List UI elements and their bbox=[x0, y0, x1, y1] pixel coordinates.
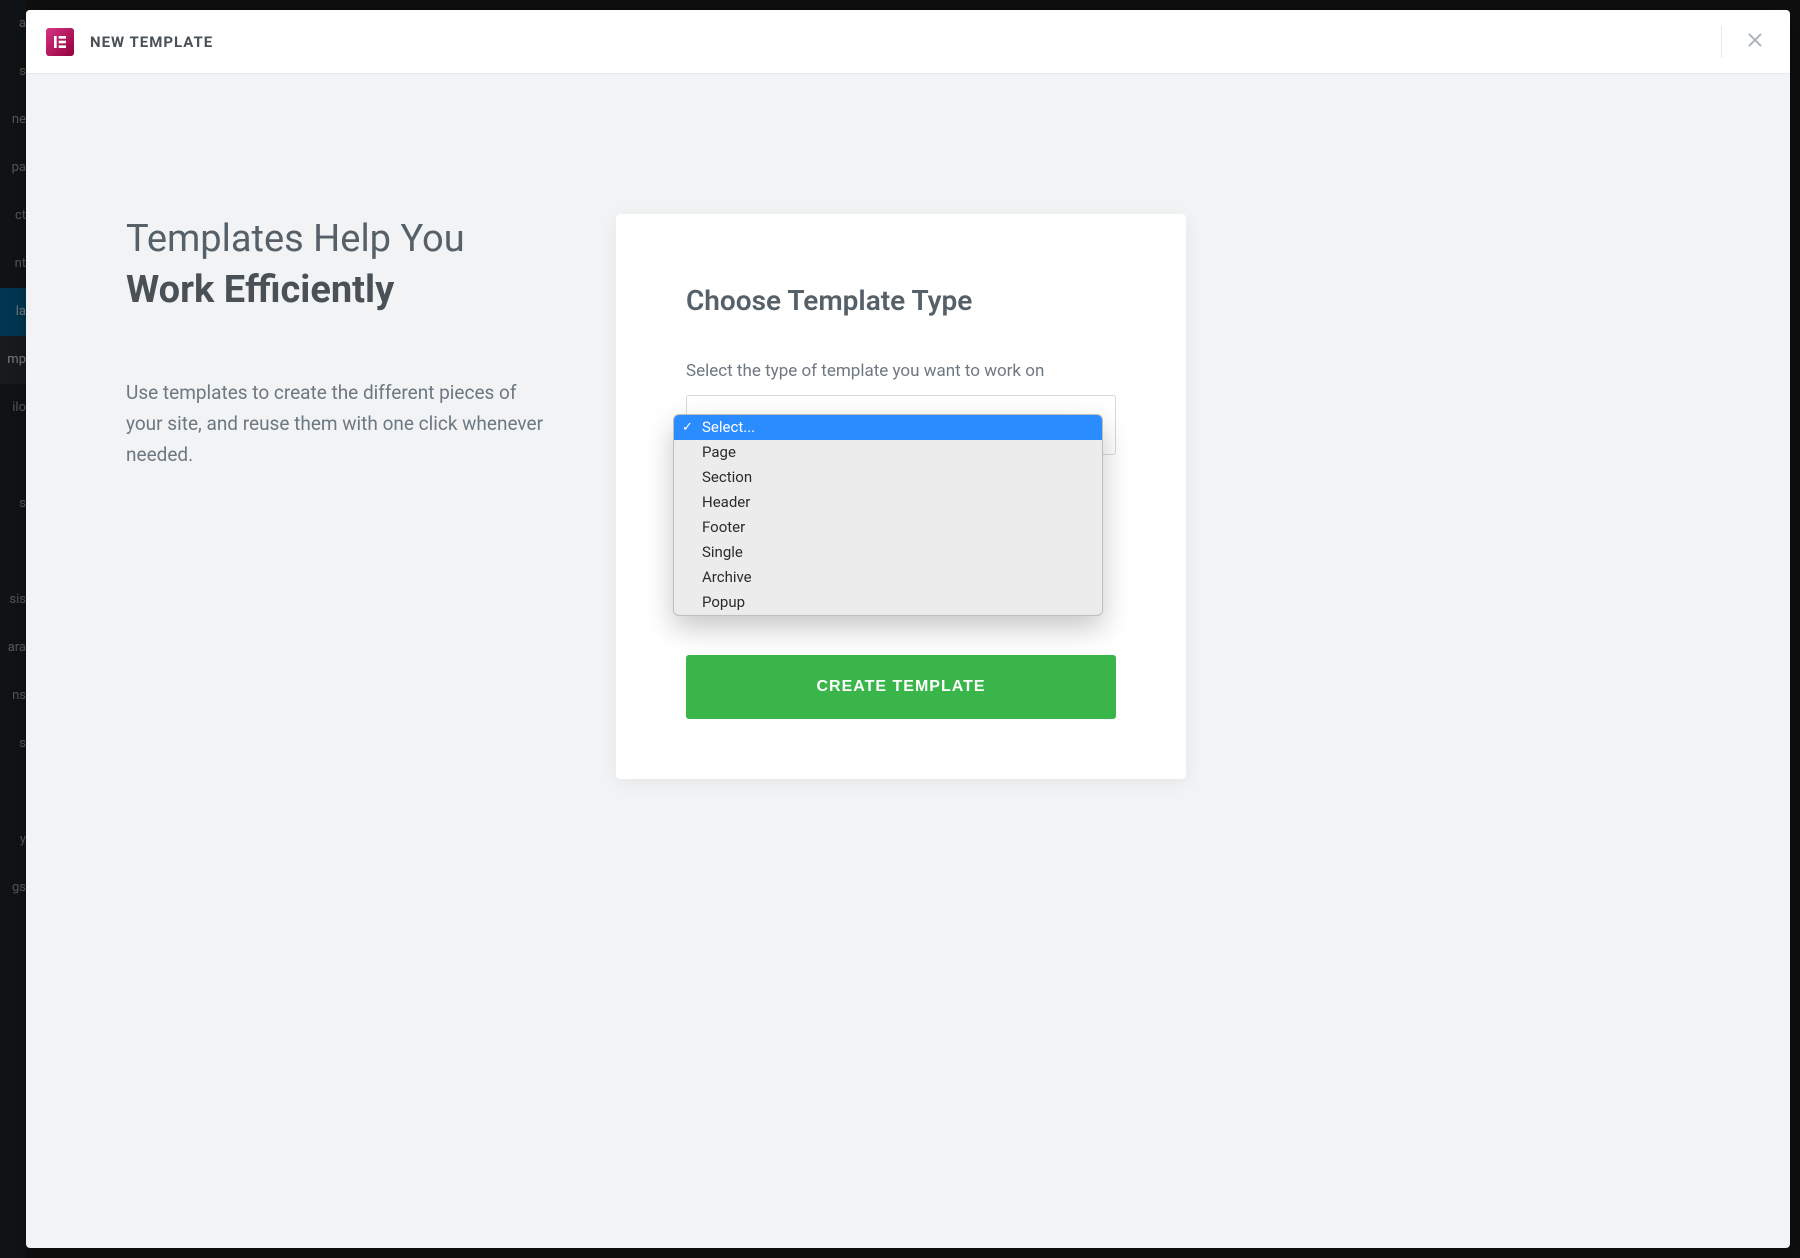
template-type-label: Select the type of template you want to … bbox=[686, 361, 1116, 381]
template-type-option[interactable]: Page bbox=[674, 440, 1102, 465]
promo-heading: Templates Help You Work Efficiently bbox=[126, 214, 556, 317]
create-template-button[interactable]: CREATE TEMPLATE bbox=[686, 655, 1116, 719]
form-card: Choose Template Type Select the type of … bbox=[616, 214, 1186, 779]
promo-body: Use templates to create the different pi… bbox=[126, 377, 556, 471]
template-type-option[interactable]: Section bbox=[674, 465, 1102, 490]
template-type-option[interactable]: Header bbox=[674, 490, 1102, 515]
option-label: Single bbox=[702, 543, 743, 561]
option-label: Footer bbox=[702, 518, 745, 536]
promo-heading-line2: Work Efficiently bbox=[126, 265, 556, 316]
template-type-option[interactable]: Footer bbox=[674, 515, 1102, 540]
divider bbox=[1721, 26, 1722, 58]
new-template-modal: NEW TEMPLATE Templates Help You Work Eff… bbox=[26, 10, 1790, 1248]
template-type-dropdown: ✓ Select... Page Section Header Footer Single A… bbox=[673, 414, 1103, 616]
option-label: Archive bbox=[702, 568, 752, 586]
template-type-option[interactable]: ✓ Select... bbox=[674, 415, 1102, 440]
option-label: Header bbox=[702, 493, 750, 511]
template-type-select[interactable]: ✓Select...PageSectionHeaderFooterSingleA… bbox=[686, 395, 1116, 455]
close-icon bbox=[1746, 31, 1764, 49]
modal-header: NEW TEMPLATE bbox=[26, 10, 1790, 74]
template-type-option[interactable]: Archive bbox=[674, 565, 1102, 590]
promo-heading-line1: Templates Help You bbox=[126, 217, 465, 261]
option-label: Page bbox=[702, 443, 736, 461]
option-label: Select... bbox=[702, 418, 755, 436]
option-label: Section bbox=[702, 468, 752, 486]
template-type-option[interactable]: Popup bbox=[674, 590, 1102, 615]
check-icon: ✓ bbox=[682, 415, 693, 440]
form-title: Choose Template Type bbox=[686, 284, 1116, 317]
option-label: Popup bbox=[702, 593, 745, 611]
template-type-option[interactable]: Single bbox=[674, 540, 1102, 565]
modal-title: NEW TEMPLATE bbox=[90, 33, 213, 51]
close-button[interactable] bbox=[1740, 25, 1770, 58]
elementor-icon bbox=[46, 28, 74, 56]
modal-body: Templates Help You Work Efficiently Use … bbox=[26, 74, 1790, 1248]
promo-column: Templates Help You Work Efficiently Use … bbox=[126, 214, 556, 471]
